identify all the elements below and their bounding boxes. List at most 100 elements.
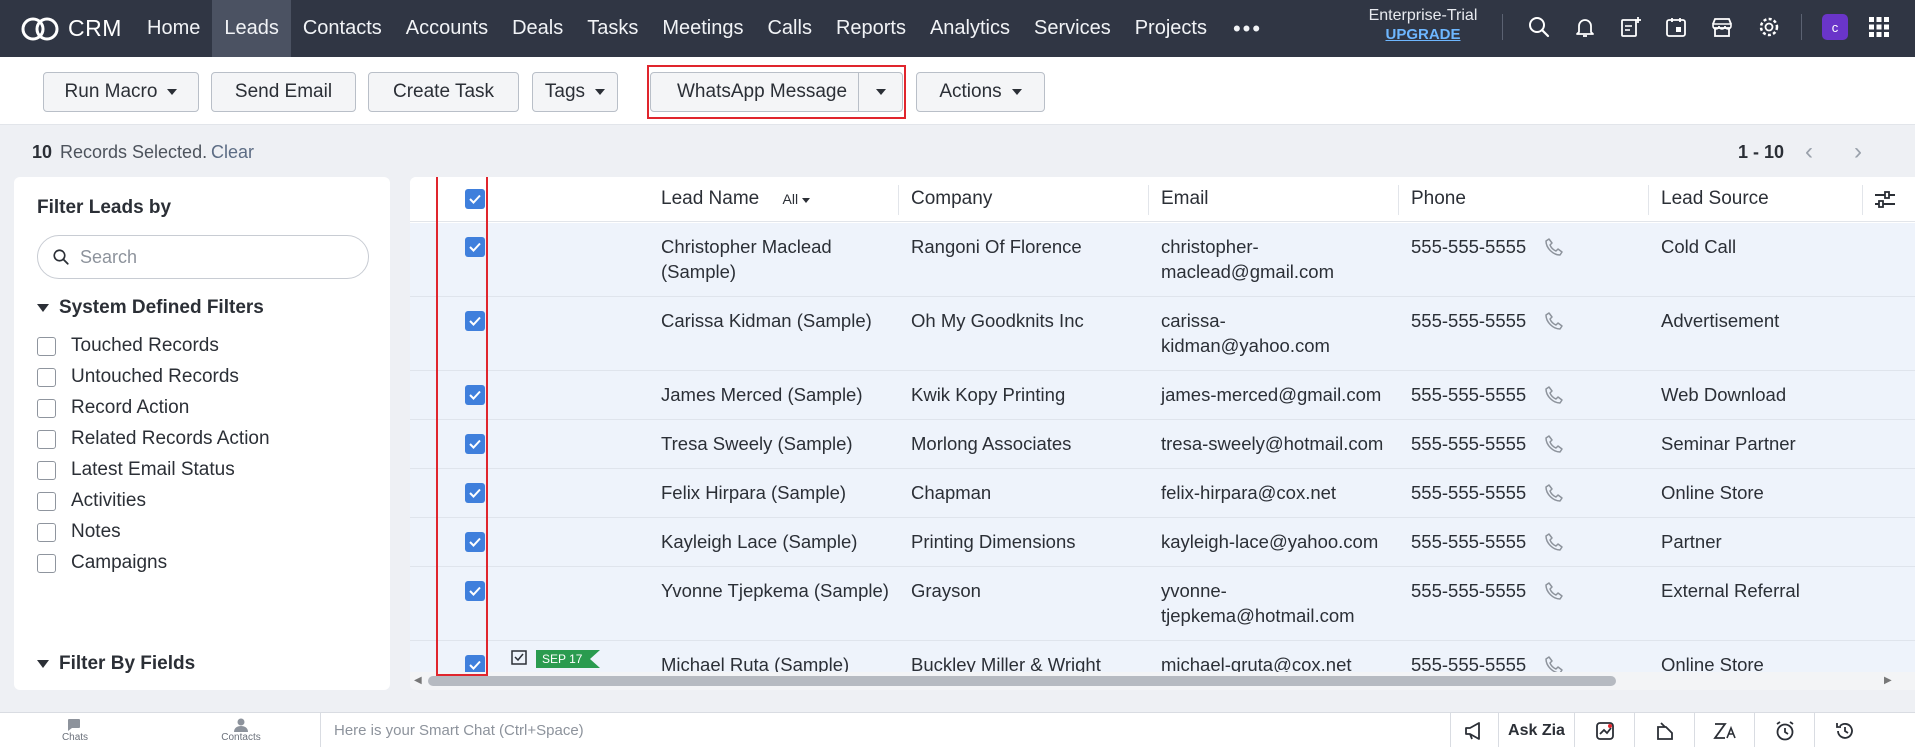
email-cell[interactable]: tresa-sweely@hotmail.com <box>1161 431 1383 456</box>
lead-name-cell[interactable]: Carissa Kidman (Sample) <box>661 308 872 333</box>
chats-button[interactable]: Chats <box>55 713 95 747</box>
lead-name-cell[interactable]: Yvonne Tjepkema (Sample) <box>661 578 889 603</box>
lead-name-cell[interactable]: Kayleigh Lace (Sample) <box>661 529 857 554</box>
column-email[interactable]: Email <box>1161 188 1209 210</box>
upgrade-link[interactable]: UPGRADE <box>1360 25 1486 44</box>
column-lead-name[interactable]: Lead Name All <box>661 188 811 210</box>
actions-button[interactable]: Actions <box>916 72 1045 112</box>
zia-insights-icon[interactable] <box>1574 713 1634 747</box>
filter-search-input[interactable] <box>80 246 340 268</box>
nav-tab-projects[interactable]: Projects <box>1123 0 1219 57</box>
ask-zia-button[interactable]: Ask Zia <box>1498 713 1574 747</box>
phone-call-icon[interactable] <box>1544 237 1564 262</box>
add-record-icon[interactable] <box>1615 12 1645 42</box>
scroll-left-icon[interactable]: ◀ <box>414 675 422 686</box>
filter-option-notes[interactable]: Notes <box>37 521 121 543</box>
nav-tab-contacts[interactable]: Contacts <box>291 0 394 57</box>
phone-call-icon[interactable] <box>1544 311 1564 336</box>
email-cell[interactable]: christopher-maclead@gmail.com <box>1161 234 1334 284</box>
nav-tab-reports[interactable]: Reports <box>824 0 918 57</box>
filter-checkbox[interactable] <box>37 398 56 418</box>
nav-tab-leads[interactable]: Leads <box>212 0 291 57</box>
nav-tab-meetings[interactable]: Meetings <box>650 0 755 57</box>
column-company[interactable]: Company <box>911 188 992 210</box>
translate-icon[interactable] <box>1694 713 1754 747</box>
filter-by-fields-heading[interactable]: Filter By Fields <box>37 653 195 675</box>
filter-option-untouched-records[interactable]: Untouched Records <box>37 366 239 388</box>
phone-call-icon[interactable] <box>1544 532 1564 557</box>
nav-tab-deals[interactable]: Deals <box>500 0 575 57</box>
scrollbar-thumb[interactable] <box>428 676 1616 686</box>
lead-name-cell[interactable]: James Merced (Sample) <box>661 382 863 407</box>
calendar-icon[interactable] <box>1661 12 1691 42</box>
lead-name-cell[interactable]: Christopher Maclead (Sample) <box>661 234 832 284</box>
tags-button[interactable]: Tags <box>532 72 618 112</box>
system-filters-heading[interactable]: System Defined Filters <box>37 297 264 319</box>
user-avatar[interactable]: c <box>1822 14 1848 40</box>
row-checkbox[interactable] <box>465 434 485 454</box>
phone-call-icon[interactable] <box>1544 385 1564 410</box>
lead-name-view-filter[interactable]: All <box>783 191 811 207</box>
create-task-button[interactable]: Create Task <box>368 72 519 112</box>
nav-tab-tasks[interactable]: Tasks <box>575 0 650 57</box>
row-checkbox[interactable] <box>465 311 485 331</box>
filter-checkbox[interactable] <box>37 522 56 542</box>
filter-checkbox[interactable] <box>37 460 56 480</box>
bell-icon[interactable] <box>1570 12 1600 42</box>
filter-option-campaigns[interactable]: Campaigns <box>37 552 167 574</box>
column-settings-icon[interactable] <box>1872 187 1898 218</box>
chevron-right-icon[interactable]: › <box>1854 138 1862 166</box>
phone-call-icon[interactable] <box>1544 581 1564 606</box>
phone-call-icon[interactable] <box>1544 434 1564 459</box>
email-cell[interactable]: james-merced@gmail.com <box>1161 382 1381 407</box>
more-modules-button[interactable]: ••• <box>1219 0 1276 57</box>
task-icon[interactable] <box>510 648 528 671</box>
alarm-clock-icon[interactable] <box>1754 713 1814 747</box>
nav-tab-home[interactable]: Home <box>135 0 212 57</box>
email-cell[interactable]: felix-hirpara@cox.net <box>1161 480 1336 505</box>
filter-checkbox[interactable] <box>37 553 56 573</box>
column-phone[interactable]: Phone <box>1411 188 1466 210</box>
scroll-right-icon[interactable]: ▶ <box>1884 675 1892 686</box>
whatsapp-options-dropdown[interactable] <box>858 73 902 111</box>
contacts-button[interactable]: Contacts <box>216 713 266 747</box>
nav-tab-accounts[interactable]: Accounts <box>394 0 500 57</box>
filter-option-related-records-action[interactable]: Related Records Action <box>37 428 270 450</box>
row-checkbox[interactable] <box>465 237 485 257</box>
announcement-icon[interactable] <box>1450 713 1498 747</box>
chevron-left-icon[interactable]: ‹ <box>1805 138 1813 166</box>
filter-checkbox[interactable] <box>37 367 56 387</box>
filter-option-latest-email-status[interactable]: Latest Email Status <box>37 459 235 481</box>
whatsapp-message-button[interactable]: WhatsApp Message <box>650 72 903 112</box>
email-cell[interactable]: kayleigh-lace@yahoo.com <box>1161 529 1378 554</box>
lead-name-cell[interactable]: Tresa Sweely (Sample) <box>661 431 853 456</box>
filter-search[interactable] <box>37 235 369 279</box>
horizontal-scrollbar[interactable]: ◀ ▶ <box>410 672 1915 690</box>
notes-icon[interactable] <box>1634 713 1694 747</box>
table-row[interactable]: James Merced (Sample) Kwik Kopy Printing j… <box>410 371 1915 420</box>
send-email-button[interactable]: Send Email <box>211 72 356 112</box>
filter-option-activities[interactable]: Activities <box>37 490 146 512</box>
nav-tab-calls[interactable]: Calls <box>755 0 823 57</box>
row-checkbox[interactable] <box>465 385 485 405</box>
table-row[interactable]: Carissa Kidman (Sample) Oh My Goodknits I… <box>410 297 1915 371</box>
email-cell[interactable]: yvonne-tjepkema@hotmail.com <box>1161 578 1355 628</box>
table-row[interactable]: Tresa Sweely (Sample) Morlong Associates t… <box>410 420 1915 469</box>
history-icon[interactable] <box>1814 713 1874 747</box>
gear-icon[interactable] <box>1754 12 1784 42</box>
table-row[interactable]: Felix Hirpara (Sample) Chapman felix-hirpa… <box>410 469 1915 518</box>
run-macro-button[interactable]: Run Macro <box>43 72 199 112</box>
row-checkbox[interactable] <box>465 532 485 552</box>
table-row[interactable]: Kayleigh Lace (Sample) Printing Dimension… <box>410 518 1915 567</box>
filter-option-touched-records[interactable]: Touched Records <box>37 335 219 357</box>
phone-call-icon[interactable] <box>1544 483 1564 508</box>
table-row[interactable]: Yvonne Tjepkema (Sample) Grayson yvonne-tj… <box>410 567 1915 641</box>
filter-option-record-action[interactable]: Record Action <box>37 397 189 419</box>
clear-selection-link[interactable]: Clear <box>211 142 254 163</box>
search-icon[interactable] <box>1524 12 1554 42</box>
marketplace-icon[interactable] <box>1707 12 1737 42</box>
apps-grid-icon[interactable] <box>1864 12 1894 42</box>
select-all-checkbox[interactable] <box>465 189 485 209</box>
email-cell[interactable]: carissa-kidman@yahoo.com <box>1161 308 1330 358</box>
crm-logo[interactable]: CRM <box>0 14 135 44</box>
